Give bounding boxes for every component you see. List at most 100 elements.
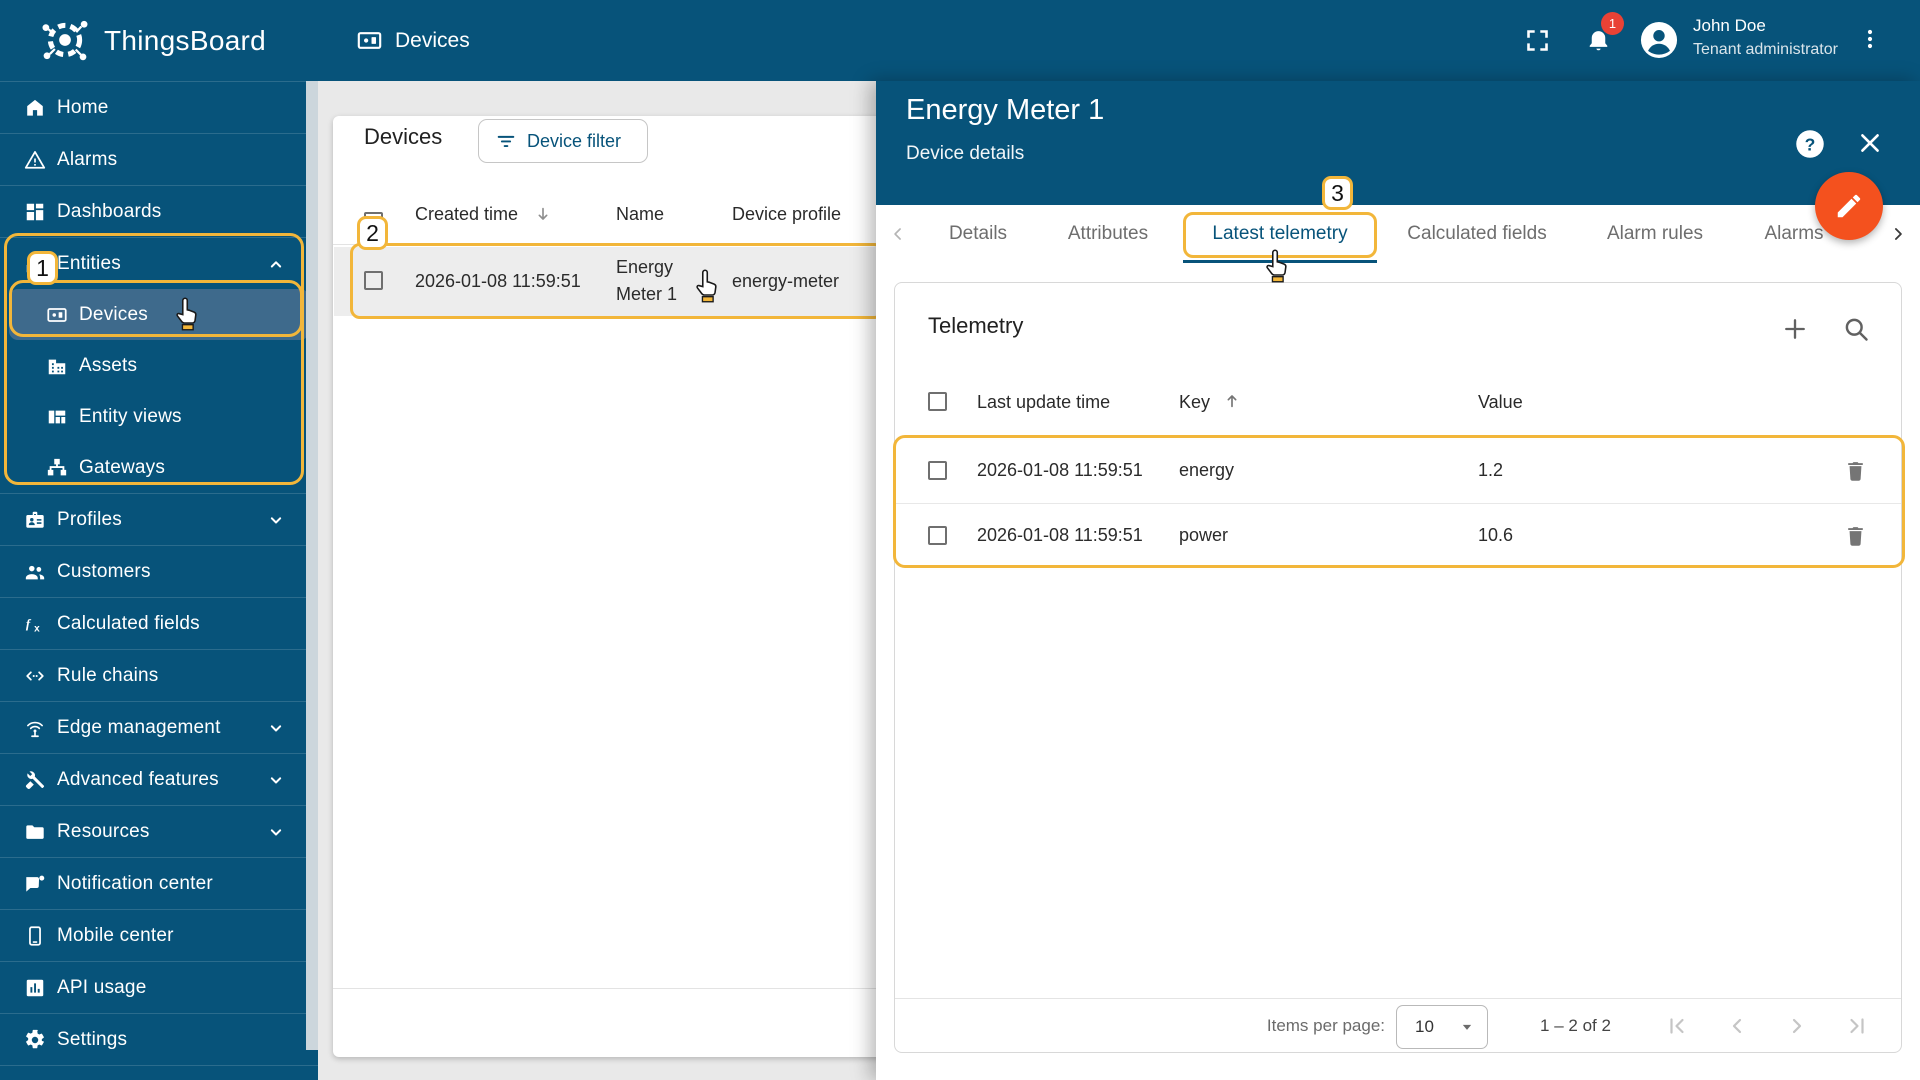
sidebar-item-profiles[interactable]: Profiles	[0, 493, 318, 545]
device-filter-label: Device filter	[527, 130, 622, 151]
telemetry-last-update-time: 2026-01-08 11:59:51	[977, 525, 1143, 545]
sidebar-item-settings[interactable]: Settings	[0, 1013, 318, 1065]
chevron-down-icon	[266, 822, 286, 842]
tab-alarm-rules[interactable]: Alarm rules	[1607, 205, 1703, 263]
tabs-scroll-right-icon[interactable]	[1888, 224, 1908, 244]
chevron-up-icon	[266, 254, 286, 274]
svg-text:?: ?	[1805, 134, 1816, 154]
device-profile-value: energy-meter	[732, 271, 840, 291]
tab-details[interactable]: Details	[949, 205, 1007, 263]
page-title: Devices	[395, 28, 470, 52]
row-checkbox[interactable]	[364, 271, 383, 290]
sidebar-item-customers[interactable]: Customers	[0, 545, 318, 597]
page-size-select[interactable]: 10	[1396, 1005, 1488, 1049]
tab-calculated-fields[interactable]: Calculated fields	[1407, 205, 1546, 263]
tabs-scroll-left-icon[interactable]	[888, 224, 908, 244]
pagination-range: 1 – 2 of 2	[1540, 1016, 1611, 1035]
sidebar-item-api-usage[interactable]: API usage	[0, 961, 318, 1013]
last-page-icon[interactable]	[1845, 1014, 1869, 1038]
column-created-time[interactable]: Created time	[415, 204, 518, 225]
sidebar-item-resources[interactable]: Resources	[0, 805, 318, 857]
mobile-center-icon	[24, 925, 46, 947]
device-details-drawer: Energy Meter 1 Device details ? Details A…	[876, 81, 1920, 1080]
devices-icon	[356, 27, 383, 54]
sidebar-item-security[interactable]: Security	[0, 1065, 318, 1080]
column-name[interactable]: Name	[616, 204, 664, 225]
telemetry-select-all-checkbox[interactable]	[928, 392, 947, 411]
devices-table-title: Devices	[364, 124, 443, 149]
app: ThingsBoard Devices 1 John Doe Tenant ad…	[0, 0, 1920, 1080]
svg-text:x: x	[34, 623, 40, 634]
avatar[interactable]	[1640, 21, 1678, 59]
svg-text:f: f	[26, 617, 32, 631]
row-checkbox[interactable]	[928, 461, 947, 480]
telemetry-last-update-time: 2026-01-08 11:59:51	[977, 460, 1143, 480]
sidebar-item-notification-center[interactable]: Notification center	[0, 857, 318, 909]
tab-latest-telemetry[interactable]: Latest telemetry	[1212, 205, 1347, 263]
sidebar-item-label: Edge management	[57, 716, 221, 738]
telemetry-value: 1.2	[1478, 460, 1504, 480]
callout-step-1: 1	[27, 251, 58, 285]
pencil-icon	[1834, 191, 1864, 221]
sidebar-item-label: Devices	[79, 303, 148, 325]
telemetry-row-energy[interactable]: 2026-01-08 11:59:51 energy 1.2	[895, 438, 1901, 503]
sidebar-item-devices[interactable]: Devices	[9, 289, 309, 340]
delete-icon[interactable]	[1843, 458, 1868, 483]
sidebar-item-dashboards[interactable]: Dashboards	[0, 185, 318, 237]
first-page-icon[interactable]	[1665, 1014, 1689, 1038]
sidebar-item-label: Resources	[57, 820, 150, 842]
previous-page-icon[interactable]	[1725, 1014, 1749, 1038]
device-filter-button[interactable]: Device filter	[478, 119, 648, 163]
sidebar-item-alarms[interactable]: Alarms	[0, 133, 318, 185]
user-name: John Doe	[1693, 16, 1766, 35]
sort-asc-icon[interactable]	[1222, 391, 1242, 411]
column-value[interactable]: Value	[1478, 392, 1523, 413]
tab-attributes[interactable]: Attributes	[1068, 205, 1148, 263]
sidebar-item-advanced-features[interactable]: Advanced features	[0, 753, 318, 805]
sidebar-item-mobile-center[interactable]: Mobile center	[0, 909, 318, 961]
sidebar-item-home[interactable]: Home	[0, 81, 318, 133]
items-per-page-label: Items per page:	[1266, 1016, 1385, 1035]
telemetry-card: Telemetry Last update time Key Value 202…	[894, 282, 1902, 1053]
sidebar-item-label: Alarms	[57, 148, 118, 170]
sidebar-scrollbar[interactable]	[306, 81, 318, 1050]
sidebar-item-calculated-fields[interactable]: f x Calculated fields	[0, 597, 318, 649]
row-checkbox[interactable]	[928, 526, 947, 545]
kebab-menu-icon[interactable]	[1858, 27, 1882, 51]
add-telemetry-icon[interactable]	[1781, 315, 1809, 343]
sidebar-item-gateways[interactable]: Gateways	[0, 442, 318, 493]
close-icon[interactable]	[1857, 130, 1883, 156]
sidebar-item-rule-chains[interactable]: Rule chains	[0, 649, 318, 701]
column-key[interactable]: Key	[1179, 392, 1210, 413]
sidebar: Home Alarms Dashboards Entities Devices Asset…	[0, 81, 318, 1080]
telemetry-row-power[interactable]: 2026-01-08 11:59:51 power 10.6	[895, 503, 1901, 568]
sidebar-item-label: Calculated fields	[57, 612, 200, 634]
fullscreen-icon[interactable]	[1524, 27, 1551, 54]
sidebar-item-label: Dashboards	[57, 200, 162, 222]
sort-desc-icon[interactable]	[533, 204, 553, 224]
sidebar-item-label: Gateways	[79, 456, 166, 478]
sidebar-item-entity-views[interactable]: Entity views	[0, 391, 318, 442]
page-header: Devices	[356, 0, 470, 81]
sidebar-item-label: Home	[57, 96, 109, 118]
column-device-profile[interactable]: Device profile	[732, 204, 841, 225]
filter-icon	[495, 130, 517, 152]
device-name-line2: Meter 1	[616, 284, 678, 304]
tab-alarms[interactable]: Alarms	[1764, 205, 1823, 263]
next-page-icon[interactable]	[1785, 1014, 1809, 1038]
sidebar-item-edge-management[interactable]: Edge management	[0, 701, 318, 753]
device-name-line1: Energy	[616, 257, 674, 277]
edit-fab-button[interactable]	[1815, 172, 1883, 240]
entity-views-icon	[46, 406, 68, 428]
chevron-down-icon	[266, 510, 286, 530]
telemetry-value: 10.6	[1478, 525, 1514, 545]
delete-icon[interactable]	[1843, 523, 1868, 548]
chevron-down-icon	[266, 770, 286, 790]
sidebar-item-label: Entities	[57, 252, 121, 274]
search-icon[interactable]	[1842, 315, 1870, 343]
resources-icon	[24, 821, 46, 843]
help-icon[interactable]: ?	[1795, 129, 1825, 159]
settings-icon	[24, 1029, 46, 1051]
column-last-update-time[interactable]: Last update time	[977, 392, 1110, 413]
sidebar-item-assets[interactable]: Assets	[0, 340, 318, 391]
